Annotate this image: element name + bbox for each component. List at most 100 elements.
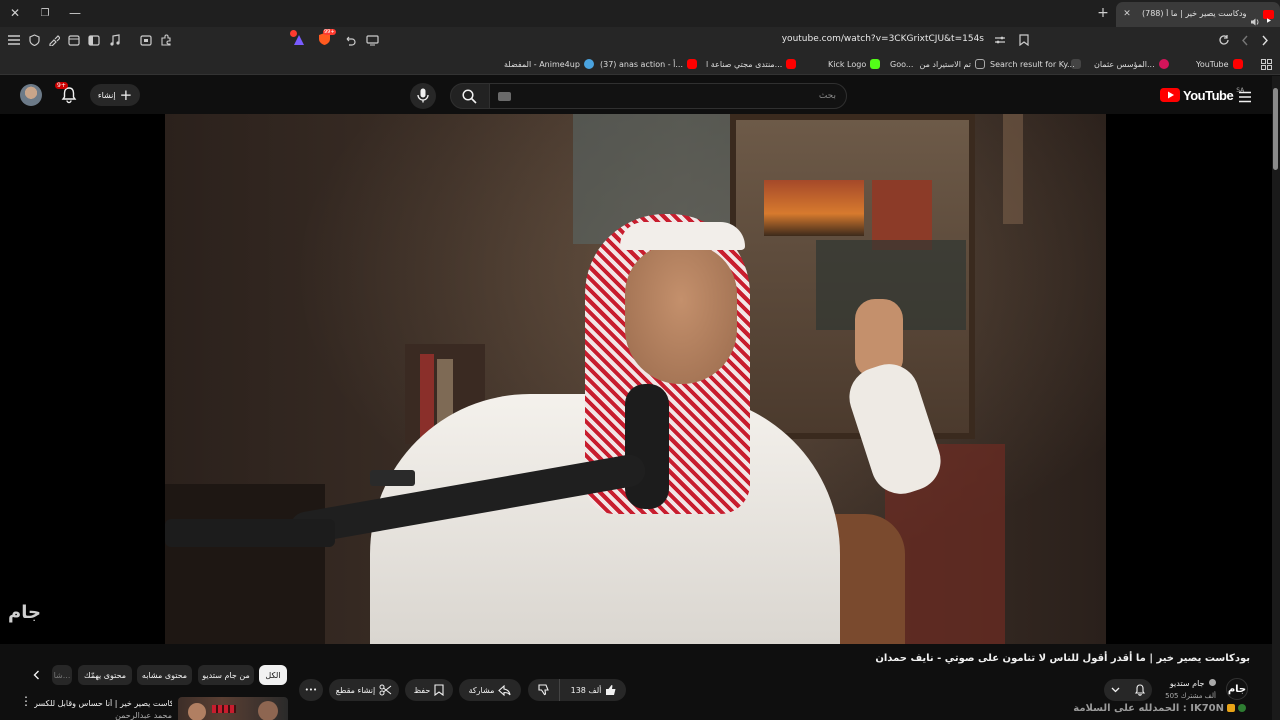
- plus-icon: +: [119, 85, 133, 104]
- thumbs-down-icon: [537, 684, 549, 696]
- voice-search-button[interactable]: [410, 83, 436, 109]
- verified-icon: [1209, 679, 1216, 686]
- hamburger-menu-icon[interactable]: [1238, 88, 1252, 103]
- bookmark-icon[interactable]: [1016, 32, 1032, 48]
- bookmark-item[interactable]: Goo... تم الاستيراد من: [890, 57, 986, 71]
- more-actions-button[interactable]: •••: [299, 679, 323, 701]
- up-next-channel: محمد عبدالرحمن: [115, 711, 172, 720]
- video-player[interactable]: جام: [0, 114, 1272, 644]
- aria-ai-icon[interactable]: [290, 30, 306, 46]
- brush-icon[interactable]: [46, 32, 62, 48]
- kick-icon: [870, 59, 881, 69]
- bookmark-label: تم الاستيراد من: [919, 59, 972, 69]
- window-close-icon[interactable]: ✕: [6, 5, 24, 21]
- youtube-logo-icon: [1160, 88, 1180, 102]
- window-minimize-icon[interactable]: —: [66, 5, 84, 21]
- up-next-title[interactable]: بودكاست يصير خير | أنا حساس وقابل للكسر: [34, 699, 172, 708]
- forward-icon[interactable]: [1238, 32, 1252, 48]
- notification-count: 9+: [55, 82, 68, 89]
- site-settings-icon[interactable]: [992, 32, 1008, 48]
- chip-more[interactable]: شا...: [52, 665, 72, 685]
- adblock-shield-icon[interactable]: 99+: [318, 29, 336, 47]
- chip-from-channel[interactable]: من جام ستديو: [198, 665, 254, 685]
- bookmark-item[interactable]: (37) anas action - أ...: [600, 57, 698, 71]
- chip-related[interactable]: محتوى مشابه: [137, 665, 192, 685]
- chip-for-you[interactable]: محتوى يهمّك: [78, 665, 132, 685]
- chip-all[interactable]: الكل: [259, 665, 287, 685]
- save-button[interactable]: حفظ: [405, 679, 453, 701]
- avatar[interactable]: [20, 84, 42, 106]
- create-button[interactable]: إنشاء +: [90, 84, 140, 106]
- search-placeholder: بحث: [818, 91, 836, 101]
- url-field[interactable]: youtube.com/watch?v=3CKGrixtCJU&t=154s: [780, 34, 984, 44]
- notifications-bell-icon[interactable]: 9+: [55, 82, 80, 106]
- microphone-icon: [417, 88, 429, 103]
- search-input[interactable]: بحث: [489, 83, 847, 109]
- dislike-button[interactable]: [528, 679, 560, 701]
- share-label: مشاركة: [468, 685, 495, 695]
- sidebar-menu-icon[interactable]: [6, 32, 22, 48]
- bookmark-item[interactable]: المفضلة - Anime4up: [504, 57, 594, 71]
- clip-button[interactable]: إنشاء مقطع: [329, 679, 399, 701]
- folder-icon: [975, 59, 986, 69]
- bookmark-label: YouTube: [1196, 59, 1229, 69]
- active-tab[interactable]: ✕ (788) بودكاست يصير خير | ما أ...: [1116, 2, 1280, 27]
- chat-message: الحمدلله على السلامة : IK70N: [1073, 702, 1224, 714]
- tab-close-icon[interactable]: ✕: [1120, 7, 1134, 21]
- youtube-logo[interactable]: YouTube SA: [1160, 87, 1244, 103]
- thumbs-up-icon: [606, 685, 616, 695]
- search-button[interactable]: [450, 83, 490, 109]
- anime-icon: [583, 59, 594, 69]
- screenshot-icon[interactable]: [138, 32, 154, 48]
- shield-icon[interactable]: [26, 32, 42, 48]
- browser-titlebar: ✕ ❐ — + ✕ (788) بودكاست يصير خير | ما أ.…: [0, 0, 1280, 27]
- channel-watermark[interactable]: جام: [8, 602, 41, 628]
- back-icon[interactable]: [1258, 32, 1272, 48]
- keyboard-icon[interactable]: [498, 92, 511, 101]
- music-icon[interactable]: [106, 32, 122, 48]
- tabs-icon[interactable]: [66, 32, 82, 48]
- video-title: بودكاست يصير خير | ما أقدر أقول للناس لا…: [875, 653, 1250, 664]
- microphone: [625, 384, 669, 509]
- scissors-icon: [379, 684, 392, 696]
- bookmark-label: المؤسس عثمان...: [1094, 59, 1155, 69]
- channel-name: جام ستديو: [1169, 679, 1205, 688]
- reload-icon[interactable]: [1216, 32, 1232, 48]
- window-restore-icon[interactable]: ❐: [36, 5, 54, 21]
- new-tab-button[interactable]: +: [1094, 4, 1112, 22]
- bookmark-item[interactable]: Kick Logo: [828, 57, 881, 71]
- up-next-menu-icon[interactable]: ⋮: [20, 695, 32, 715]
- youtube-icon: [786, 59, 797, 69]
- video-frame: [165, 114, 1106, 644]
- bookmark-item[interactable]: Search result for Ky...: [990, 57, 1075, 71]
- search-icon: [462, 89, 477, 104]
- up-next-thumbnail[interactable]: [178, 697, 288, 720]
- channel-name-row[interactable]: جام ستديو: [1150, 679, 1216, 688]
- bookmarks-apps-icon[interactable]: [1258, 56, 1274, 72]
- share-icon: [498, 684, 511, 696]
- extensions-icon[interactable]: [158, 32, 174, 48]
- subscribed-button[interactable]: [1104, 679, 1152, 701]
- undo-icon[interactable]: [342, 32, 358, 48]
- page-scrollbar[interactable]: [1272, 76, 1280, 720]
- bookmark-item[interactable]: المؤسس عثمان...: [1094, 57, 1169, 71]
- bookmark-item[interactable]: YouTube: [1196, 57, 1243, 71]
- channel-avatar[interactable]: جام: [1226, 678, 1248, 700]
- audio-icon[interactable]: [1251, 11, 1260, 26]
- bookmark-label: منتدى مجتي صناعة ا...: [706, 59, 783, 69]
- bookmark-label: (37) anas action - أ...: [600, 59, 684, 69]
- bookmark-label: المفضلة - Anime4up: [504, 59, 580, 69]
- chips-scroll-left-icon[interactable]: [26, 665, 46, 685]
- save-label: حفظ: [413, 685, 431, 695]
- scrollbar-thumb[interactable]: [1273, 88, 1278, 170]
- like-count: 138 ألف: [570, 685, 602, 695]
- share-button[interactable]: مشاركة: [459, 679, 521, 701]
- sidebar-toggle-icon[interactable]: [86, 32, 102, 48]
- like-button[interactable]: 138 ألف: [562, 679, 626, 701]
- bookmark-item[interactable]: منتدى مجتي صناعة ا...: [706, 57, 797, 71]
- bookmark-label: Kick Logo: [828, 59, 867, 69]
- cast-icon[interactable]: [364, 32, 380, 48]
- extension-badge: 99+: [323, 29, 336, 35]
- bookmark-save-icon: [434, 684, 444, 696]
- badge-icon: [1227, 704, 1235, 712]
